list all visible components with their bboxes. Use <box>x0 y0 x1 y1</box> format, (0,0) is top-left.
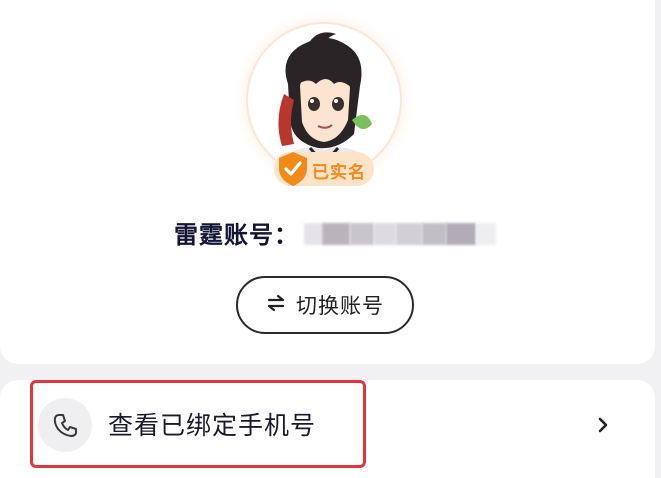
profile-card: 已实名 雷霆账号： 切换账号 <box>0 0 655 364</box>
account-id-masked <box>304 216 516 252</box>
switch-account-label: 切换账号 <box>296 294 384 318</box>
shield-check-icon <box>276 150 310 192</box>
switch-account-button[interactable]: 切换账号 <box>236 276 414 334</box>
highlight-annotation <box>30 380 366 468</box>
verified-badge-label: 已实名 <box>312 163 366 183</box>
chevron-right-icon <box>596 415 610 439</box>
swap-arrows-icon <box>266 293 286 317</box>
account-row: 雷霆账号： <box>174 212 496 252</box>
account-label: 雷霆账号： <box>174 220 299 249</box>
verified-badge: 已实名 <box>274 152 374 186</box>
